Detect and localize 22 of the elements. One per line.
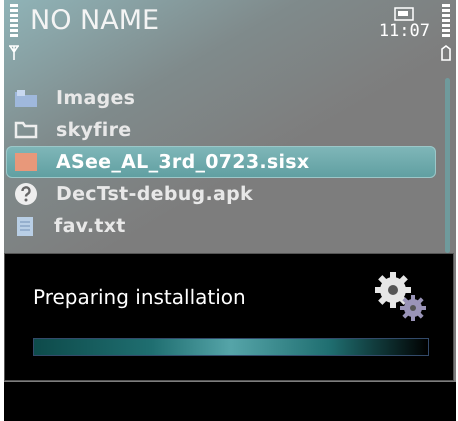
package-icon [14, 152, 38, 172]
file-name: Images [56, 87, 136, 109]
folder-icon [14, 121, 38, 139]
photo-folder-icon [14, 88, 38, 108]
memory-card-icon [394, 7, 414, 21]
file-row[interactable]: skyfire [6, 114, 436, 146]
clock: 11:07 [378, 21, 430, 41]
file-row[interactable]: fav.txt [6, 210, 436, 242]
signal-icon [8, 4, 20, 62]
question-icon [14, 182, 38, 206]
file-row[interactable]: Images [6, 82, 436, 114]
battery-icon [440, 4, 452, 62]
file-name: ASee_AL_3rd_0723.sisx [56, 151, 310, 173]
title: NO NAME [30, 4, 160, 38]
file-row[interactable]: ASee_AL_3rd_0723.sisx [6, 146, 436, 178]
dialog-message: Preparing installation [33, 285, 246, 309]
file-name: DecTst-debug.apk [56, 183, 253, 205]
document-icon [14, 215, 36, 237]
file-row[interactable]: DecTst-debug.apk [6, 178, 436, 210]
file-name: skyfire [56, 119, 132, 141]
file-name: fav.txt [54, 215, 126, 237]
scrollbar[interactable] [445, 78, 450, 253]
